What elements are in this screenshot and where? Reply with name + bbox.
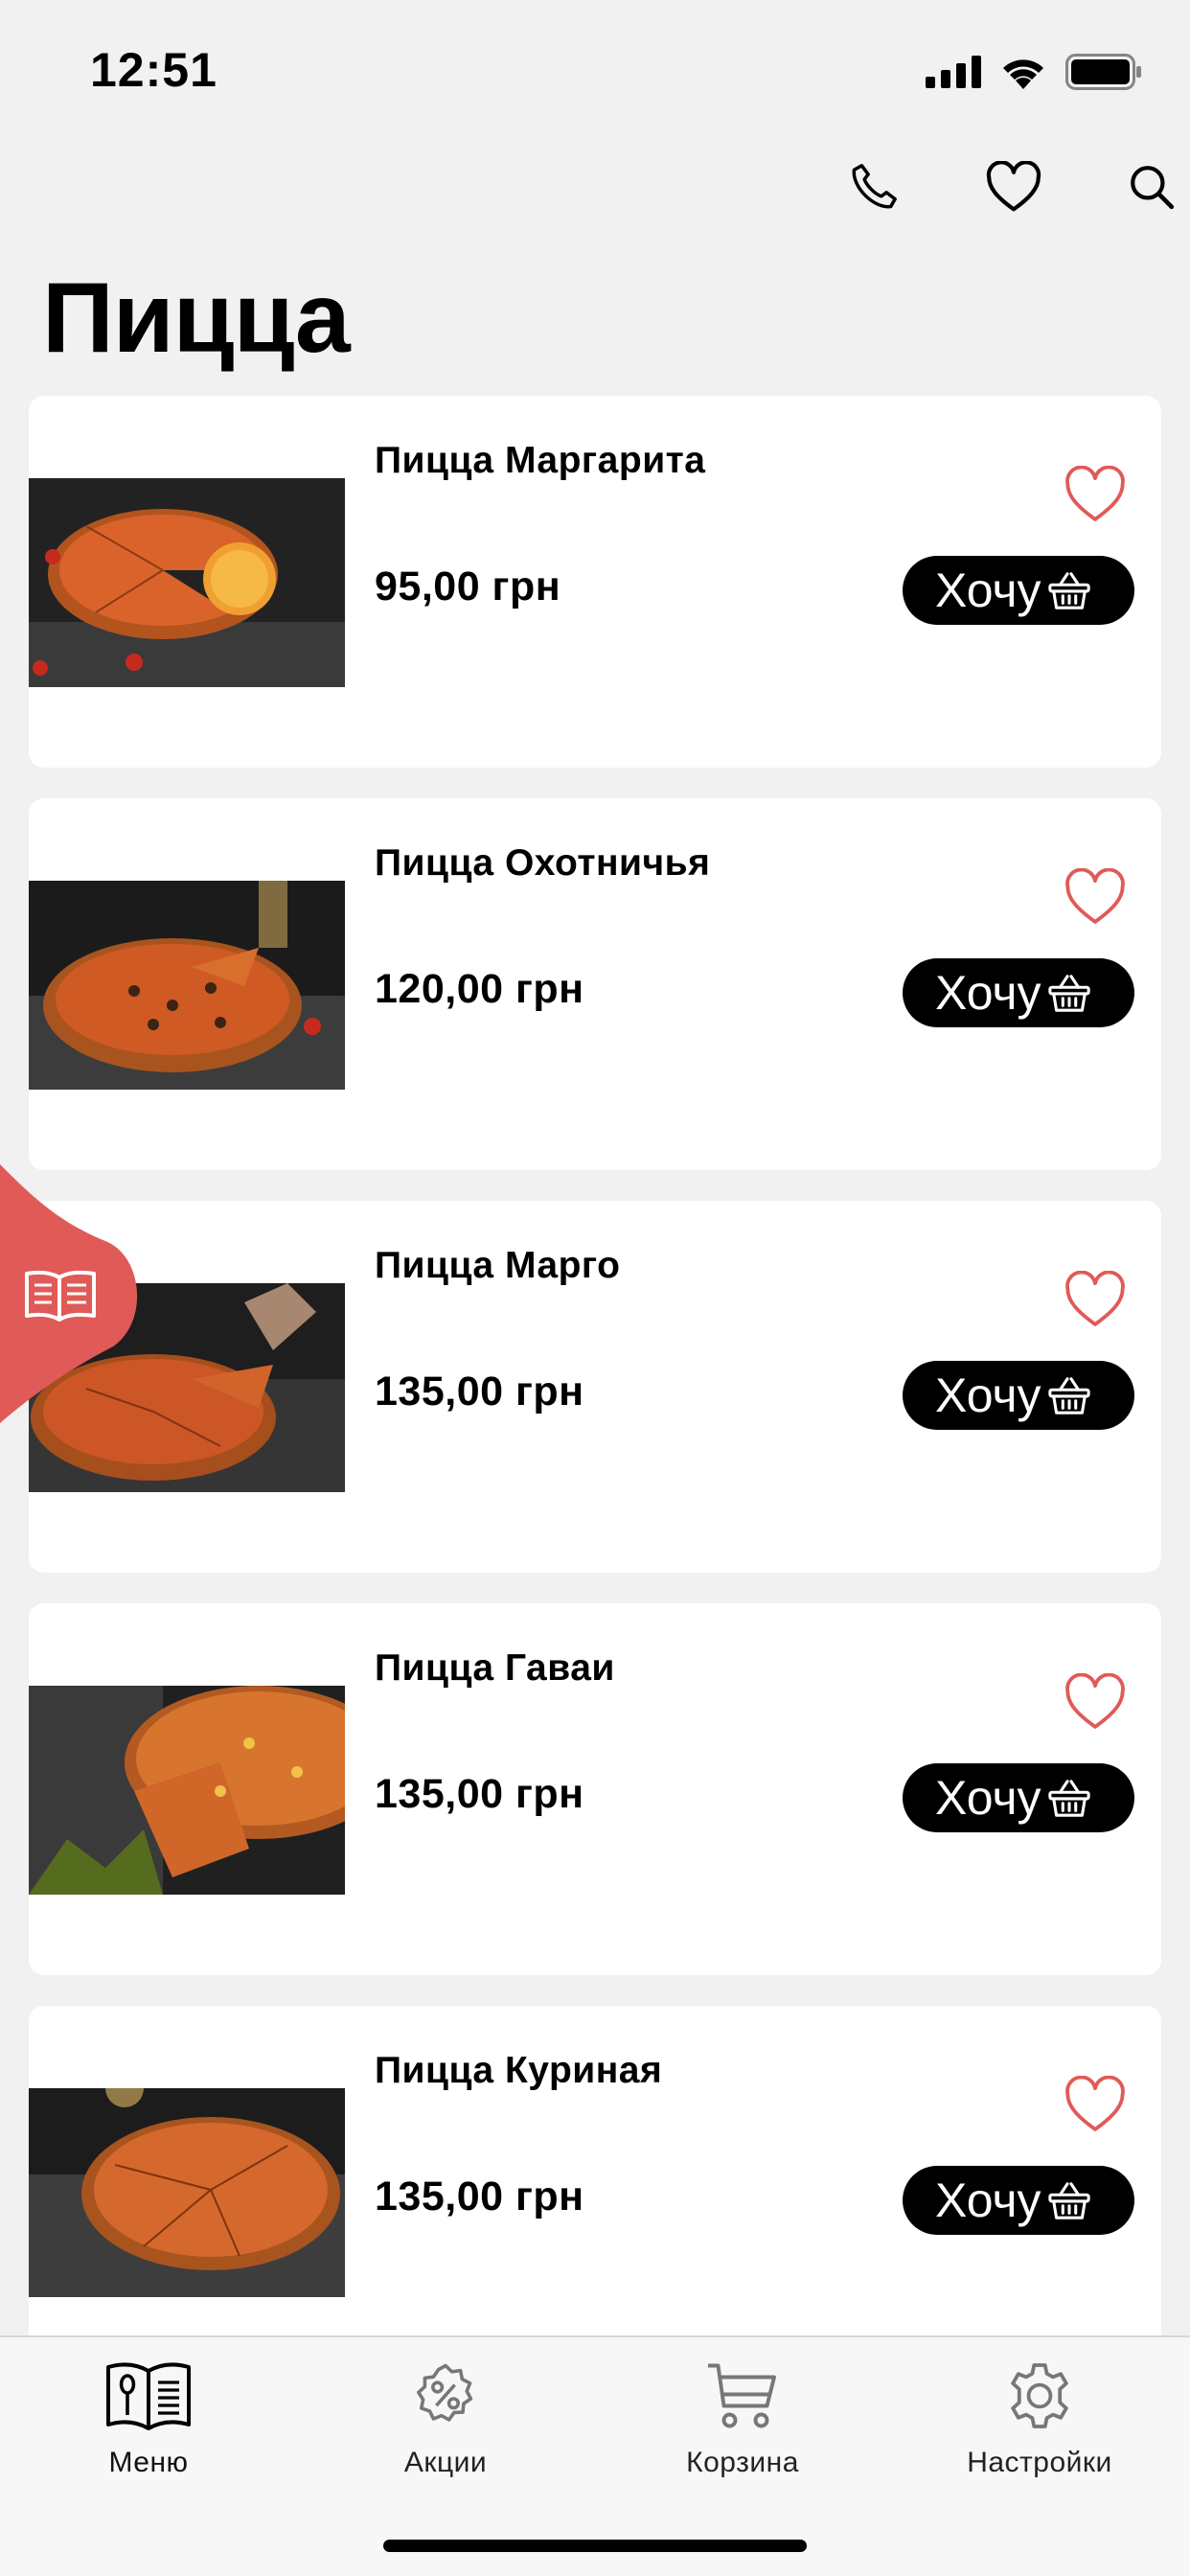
add-to-cart-label: Хочу <box>935 564 1041 617</box>
add-to-cart-button[interactable]: Хочу <box>903 556 1134 625</box>
product-image <box>29 2088 345 2297</box>
cart-icon <box>708 2363 776 2428</box>
floating-menu-tab[interactable] <box>0 1164 153 1423</box>
signal-icon <box>926 56 981 88</box>
add-to-cart-label: Хочу <box>935 1771 1041 1825</box>
top-actions <box>807 153 1190 220</box>
tab-menu-label: Меню <box>108 2447 189 2478</box>
discount-icon <box>417 2363 473 2422</box>
product-card[interactable]: Пицца Марго 135,00 грн Хочу <box>29 1201 1161 1573</box>
heart-icon <box>986 161 1041 212</box>
add-to-cart-button[interactable]: Хочу <box>903 2166 1134 2235</box>
product-name: Пицца Маргарита <box>375 440 706 481</box>
product-image <box>29 478 345 687</box>
status-time: 12:51 <box>90 43 217 97</box>
wifi-icon <box>1003 59 1043 89</box>
product-card[interactable]: Пицца Гаваи 135,00 грн Хочу <box>29 1603 1161 1975</box>
tab-cart[interactable]: Корзина <box>618 2357 867 2491</box>
search-button[interactable] <box>1118 153 1185 220</box>
battery-icon <box>1065 54 1141 90</box>
product-image <box>29 1686 345 1895</box>
tab-cart-label: Корзина <box>686 2447 799 2478</box>
product-name: Пицца Гаваи <box>375 1647 615 1689</box>
basket-icon <box>1047 572 1090 610</box>
product-price: 120,00 грн <box>375 966 584 1012</box>
add-to-cart-label: Хочу <box>935 1368 1041 1422</box>
heart-outline-icon <box>1065 1673 1125 1729</box>
add-to-cart-label: Хочу <box>935 2174 1041 2227</box>
tab-promotions[interactable]: Акции <box>321 2357 570 2491</box>
add-to-cart-label: Хочу <box>935 966 1041 1020</box>
phone-button[interactable] <box>840 153 907 220</box>
heart-outline-icon <box>1065 868 1125 924</box>
basket-icon <box>1047 1780 1090 1817</box>
menu-book-icon <box>106 2362 191 2430</box>
status-icons <box>926 52 1142 92</box>
tab-settings-label: Настройки <box>967 2447 1112 2478</box>
status-bar: 12:51 <box>0 0 1190 144</box>
tab-promotions-label: Акции <box>403 2447 488 2478</box>
tab-menu[interactable]: Меню <box>24 2357 273 2491</box>
gear-icon <box>1011 2363 1068 2428</box>
heart-outline-icon <box>1065 1271 1125 1326</box>
product-price: 135,00 грн <box>375 1771 584 1817</box>
search-icon <box>1131 166 1175 210</box>
heart-outline-icon <box>1065 2076 1125 2131</box>
favorite-button[interactable] <box>1062 465 1129 524</box>
page-title: Пицца <box>42 263 351 374</box>
product-image <box>29 881 345 1090</box>
product-name: Пицца Марго <box>375 1245 621 1286</box>
favorite-button[interactable] <box>1062 1672 1129 1732</box>
favorite-button[interactable] <box>1062 1270 1129 1329</box>
heart-outline-icon <box>1065 466 1125 521</box>
phone-icon <box>852 164 897 209</box>
product-card[interactable]: Пицца Маргарита 95,00 грн Хочу <box>29 396 1161 768</box>
add-to-cart-button[interactable]: Хочу <box>903 1763 1134 1832</box>
tab-settings[interactable]: Настройки <box>915 2357 1164 2491</box>
product-price: 135,00 грн <box>375 1368 584 1414</box>
product-card[interactable]: Пицца Охотничья 120,00 грн Хочу <box>29 798 1161 1170</box>
product-price: 135,00 грн <box>375 2174 584 2220</box>
product-price: 95,00 грн <box>375 564 561 610</box>
add-to-cart-button[interactable]: Хочу <box>903 958 1134 1027</box>
add-to-cart-button[interactable]: Хочу <box>903 1361 1134 1430</box>
favorite-button[interactable] <box>1062 2075 1129 2134</box>
product-card[interactable]: Пицца Куриная 135,00 грн Хочу <box>29 2006 1161 2378</box>
home-indicator <box>383 2540 807 2552</box>
product-name: Пицца Куриная <box>375 2050 663 2091</box>
favorite-button[interactable] <box>1062 867 1129 927</box>
basket-icon <box>1047 1377 1090 1414</box>
favorites-button[interactable] <box>980 153 1047 220</box>
product-name: Пицца Охотничья <box>375 842 711 884</box>
basket-icon <box>1047 975 1090 1012</box>
basket-icon <box>1047 2182 1090 2220</box>
